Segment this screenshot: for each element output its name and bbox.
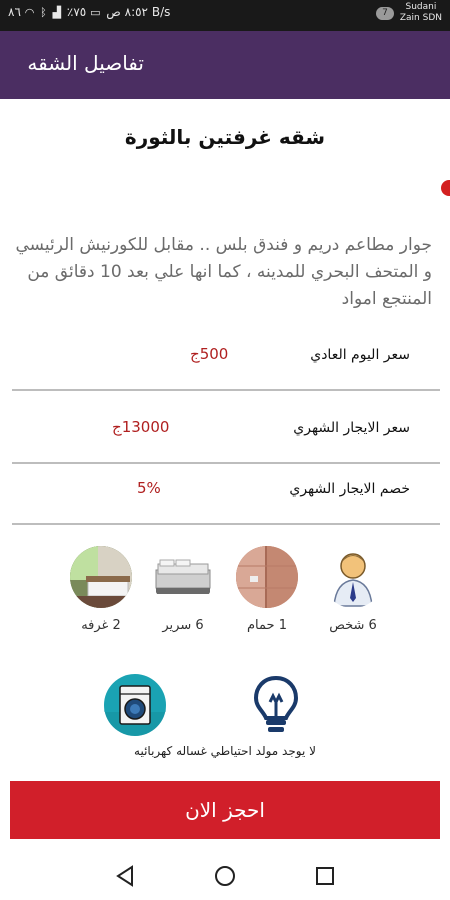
bluetooth-icon: ᛒ: [40, 6, 47, 19]
home-icon[interactable]: [212, 863, 238, 889]
back-icon[interactable]: [112, 863, 138, 889]
amenity-bathroom: 1 حمام: [232, 546, 302, 633]
discount-label: خصم الايجار الشهري: [289, 481, 410, 497]
price-row-discount: خصم الايجار الشهري 5%: [12, 463, 440, 525]
carrier-name: Sudani Zain SDN: [400, 2, 442, 24]
recents-icon[interactable]: [312, 863, 338, 889]
amenity-rooms-label: 2 غرفه: [81, 618, 121, 633]
carrier-line1: Sudani: [405, 2, 437, 12]
navigation-bar: [0, 851, 450, 900]
person-icon: [322, 546, 384, 608]
favorite-indicator[interactable]: [441, 180, 450, 196]
price-row-daily: سعر اليوم العادي 500ج: [12, 329, 440, 391]
bathroom-icon: [236, 546, 298, 608]
amenity-beds-label: 6 سرير: [162, 618, 204, 633]
discount-value: 5%: [137, 479, 161, 497]
app-bar-title: تفاصيل الشقه: [27, 51, 144, 75]
status-battery: ٧٥٪: [66, 5, 87, 19]
carrier-line2: Zain SDN: [399, 13, 442, 23]
monthly-price-value: 13000ج: [112, 418, 170, 436]
room-icon: [70, 546, 132, 608]
daily-price-label: سعر اليوم العادي: [310, 347, 410, 363]
app-bar: تفاصيل الشقه: [0, 31, 450, 99]
amenity-rooms: 2 غرفه: [66, 546, 136, 633]
washing-machine-icon: [102, 672, 172, 738]
status-right: 7 Sudani Zain SDN: [376, 2, 442, 24]
carrier-badge: 7: [376, 6, 394, 20]
daily-price-value: 500ج: [190, 345, 229, 363]
status-left: ٨:٥٢ ص ▭ ٧٥٪ ▟ ᛒ ◠ ٨٦ B/s: [8, 5, 170, 19]
amenity-guests-label: 6 شخص: [329, 618, 377, 633]
battery-icon: ▭: [90, 6, 101, 19]
signal-icon: ▟: [52, 6, 62, 19]
amenity-bathroom-label: 1 حمام: [247, 618, 287, 633]
utilities-text: لا يوجد مولد احتياطي غساله كهربائيه: [134, 744, 316, 758]
listing-title: شقه غرفتين بالثورة: [124, 125, 326, 149]
price-row-monthly: سعر الايجار الشهري 13000ج: [12, 402, 440, 464]
book-now-button[interactable]: احجز الان: [10, 781, 440, 839]
amenity-beds: 6 سرير: [148, 546, 218, 633]
amenity-guests: 6 شخص: [318, 546, 388, 633]
status-bar: ٨:٥٢ ص ▭ ٧٥٪ ▟ ᛒ ◠ ٨٦ B/s 7 Sudani Zain …: [0, 0, 450, 31]
status-time: ٨:٥٢ ص: [106, 5, 149, 19]
lightbulb-icon: [243, 672, 313, 738]
listing-description: جوار مطاعم دريم و فندق بلس .. مقابل للكو…: [15, 235, 432, 309]
monthly-price-label: سعر الايجار الشهري: [293, 420, 410, 436]
bed-icon: [152, 546, 214, 608]
wifi-icon: ◠: [24, 6, 35, 19]
